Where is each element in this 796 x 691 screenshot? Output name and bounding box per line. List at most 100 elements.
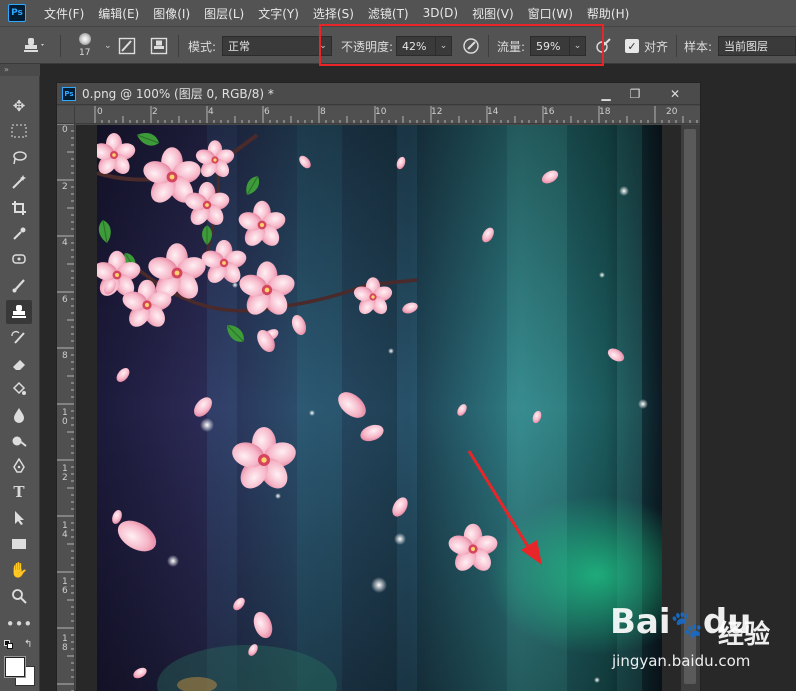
menu-window[interactable]: 窗口(W) — [528, 5, 573, 22]
flow-value: 59% — [536, 39, 561, 53]
menu-edit[interactable]: 编辑(E) — [98, 5, 139, 22]
history-brush-icon[interactable] — [6, 326, 32, 350]
default-colors-icon[interactable] — [4, 640, 14, 650]
menu-layer[interactable]: 图层(L) — [204, 5, 244, 22]
sample-select[interactable]: 当前图层 — [718, 36, 796, 56]
lasso-icon[interactable] — [6, 145, 32, 169]
ruler-label: 6 — [264, 107, 270, 117]
chevron-down-icon: ⌄ — [569, 37, 585, 55]
close-icon[interactable]: ✕ — [662, 85, 688, 103]
ruler-label: 2 — [62, 182, 68, 192]
ruler-label: 4 — [208, 107, 214, 117]
move-icon[interactable]: ✥ — [6, 94, 32, 118]
brush-tip-icon — [79, 33, 91, 45]
cherry-blossom-artwork[interactable] — [97, 125, 662, 691]
ruler-horizontal[interactable]: 0 2 4 6 8 10 12 14 16 18 20 — [75, 106, 700, 124]
ruler-label: 10 — [375, 107, 387, 117]
mode-value: 正常 — [228, 40, 250, 53]
path-select-icon[interactable] — [6, 506, 32, 530]
menu-filter[interactable]: 滤镜(T) — [368, 5, 409, 22]
marquee-icon[interactable] — [6, 119, 32, 143]
clone-stamp-icon[interactable] — [6, 300, 32, 324]
brush-size-picker[interactable]: 17 ⌄ — [72, 27, 112, 65]
document-window: Ps 0.png @ 100% (图层 0, RGB/8) * ▁ ❐ ✕ 0 … — [56, 82, 701, 691]
eyedropper-icon[interactable] — [6, 222, 32, 246]
brush-size-value: 17 — [79, 48, 91, 58]
sample-value: 当前图层 — [724, 40, 768, 53]
clone-stamp-preset-icon — [24, 38, 44, 52]
aligned-checkbox[interactable]: ✓ — [625, 39, 639, 53]
canvas-area[interactable] — [76, 125, 681, 691]
more-tools-icon[interactable]: ••• — [6, 612, 33, 636]
minimize-icon[interactable]: ▁ — [593, 85, 619, 103]
flow-field[interactable]: 59% ⌄ — [530, 36, 586, 56]
photoshop-logo-icon: Ps — [8, 4, 26, 22]
maximize-icon[interactable]: ❐ — [622, 85, 648, 103]
brush-panel-toggle-icon[interactable] — [116, 35, 138, 57]
opacity-label: 不透明度: — [341, 39, 394, 54]
type-icon[interactable]: T — [6, 480, 32, 504]
ruler-label: 14 — [487, 107, 499, 117]
ruler-label: 8 — [320, 107, 326, 117]
options-bar: 17 ⌄ 模式: 正常 ⌄ 不透明度: 42% ⌄ 流量: 59% ⌄ ✓ 对齐… — [0, 26, 796, 64]
crop-icon[interactable] — [6, 196, 32, 220]
tool-preset-picker[interactable] — [20, 27, 46, 65]
flow-label: 流量: — [497, 39, 526, 54]
opacity-field[interactable]: 42% ⌄ — [396, 36, 452, 56]
pen-icon[interactable] — [6, 454, 32, 478]
ruler-label: 0 — [62, 125, 68, 135]
ruler-label: 16 — [62, 577, 68, 596]
opacity-value: 42% — [402, 39, 427, 53]
menu-select[interactable]: 选择(S) — [313, 5, 354, 22]
magic-wand-icon[interactable] — [6, 170, 32, 194]
menu-image[interactable]: 图像(I) — [153, 5, 190, 22]
ruler-label: 8 — [62, 351, 68, 361]
menu-type[interactable]: 文字(Y) — [258, 5, 299, 22]
menu-help[interactable]: 帮助(H) — [587, 5, 629, 22]
chevron-down-icon: ⌄ — [435, 37, 451, 55]
ruler-label: 10 — [62, 408, 68, 427]
tools-panel: » ✥ T ✋ ••• ↰ — [0, 64, 40, 691]
clone-source-panel-icon[interactable] — [148, 35, 170, 57]
brush-icon[interactable] — [6, 273, 32, 297]
ruler-label: 14 — [62, 521, 68, 540]
dodge-icon[interactable] — [6, 429, 32, 453]
jingyan-label: 经验 — [718, 620, 771, 650]
swap-colors-icon[interactable]: ↰ — [24, 639, 32, 650]
rectangle-icon[interactable] — [6, 532, 32, 556]
sample-label: 样本: — [684, 39, 713, 54]
panel-collapse-icon[interactable]: » — [0, 64, 40, 76]
ruler-vertical[interactable]: 0 2 4 6 8 10 12 14 16 18 — [57, 124, 75, 691]
healing-icon[interactable] — [6, 247, 32, 271]
eraser-icon[interactable] — [6, 352, 32, 376]
ruler-origin[interactable] — [57, 106, 75, 124]
document-tab[interactable]: Ps 0.png @ 100% (图层 0, RGB/8) * ▁ ❐ ✕ — [57, 83, 700, 105]
ruler-label: 18 — [599, 107, 611, 117]
watermark-url: jingyan.baidu.com — [612, 652, 751, 670]
chevron-down-icon: ⌄ — [104, 41, 112, 51]
pressure-opacity-icon[interactable] — [460, 35, 482, 57]
paw-icon: 🐾 — [670, 610, 703, 640]
ruler-label: 12 — [431, 107, 443, 117]
ruler-label: 2 — [152, 107, 158, 117]
hand-icon[interactable]: ✋ — [6, 558, 32, 582]
menu-3d[interactable]: 3D(D) — [423, 6, 458, 20]
menu-file[interactable]: 文件(F) — [44, 5, 84, 22]
baidu-jingyan-watermark: Bai🐾du 经验 jingyan.baidu.com — [610, 602, 790, 682]
ruler-label: 12 — [62, 464, 68, 483]
blur-icon[interactable] — [6, 403, 32, 427]
airbrush-icon[interactable] — [592, 35, 614, 57]
mode-label: 模式: — [188, 39, 217, 54]
zoom-icon[interactable] — [6, 584, 32, 608]
ruler-label: 4 — [62, 238, 68, 248]
aligned-label: 对齐 — [644, 39, 669, 54]
ruler-label: 6 — [62, 295, 68, 305]
paint-bucket-icon[interactable] — [6, 377, 32, 401]
mode-select[interactable]: 正常 ⌄ — [222, 36, 332, 56]
chevron-down-icon: ⌄ — [319, 41, 327, 51]
foreground-color-swatch[interactable] — [4, 656, 26, 678]
menu-bar: Ps 文件(F) 编辑(E) 图像(I) 图层(L) 文字(Y) 选择(S) 滤… — [0, 0, 796, 26]
ruler-label: 18 — [62, 634, 68, 653]
menu-view[interactable]: 视图(V) — [472, 5, 514, 22]
photoshop-document-icon: Ps — [62, 86, 76, 101]
